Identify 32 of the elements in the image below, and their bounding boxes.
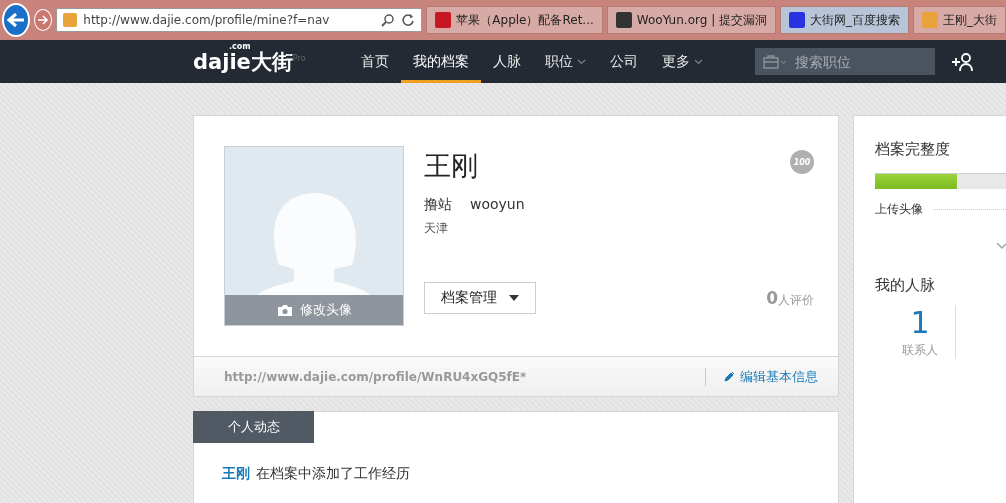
job-title: 撸站 <box>424 196 452 214</box>
next-step-text: 上传头像 <box>875 201 923 218</box>
search-field[interactable]: 搜索职位 <box>755 48 935 75</box>
contacts-count[interactable]: 1 <box>885 305 955 340</box>
edit-info-link[interactable]: 编辑基本信息 <box>705 367 818 386</box>
nav-item[interactable]: 职位 <box>533 40 598 83</box>
activity-tab[interactable]: 个人动态 <box>193 411 314 443</box>
search-input[interactable]: 搜索职位 <box>793 52 927 71</box>
browser-tab[interactable]: 苹果（Apple）配备Ret... <box>426 6 603 34</box>
url-text: http://www.dajie.com/profile/mine?f=nav <box>83 13 331 27</box>
city-text: 天津 <box>424 220 449 237</box>
section-title: 档案完整度 <box>875 140 951 159</box>
browser-tab[interactable]: 大街网_百度搜索 <box>780 6 909 34</box>
browser-tab[interactable]: 王刚_大街 <box>913 6 1006 34</box>
address-bar[interactable]: http://www.dajie.com/profile/mine?f=nav <box>56 8 423 32</box>
score-badge: 100 <box>790 150 814 174</box>
section-title: 我的人脉 <box>875 276 936 295</box>
user-link[interactable]: 王刚 <box>222 465 250 483</box>
profile-url: http://www.dajie.com/profile/WnRU4xGQ5fE* <box>224 369 527 384</box>
rating-count: 0 <box>766 287 778 308</box>
nav-item[interactable]: 首页 <box>349 40 401 83</box>
nav-item[interactable]: 更多 <box>650 40 715 83</box>
browser-tab[interactable]: WooYun.org | 提交漏洞 <box>606 6 776 34</box>
rating-label: 人评价 <box>778 292 814 307</box>
manage-profile-button[interactable]: 档案管理 <box>424 282 536 314</box>
nav-item[interactable]: 我的档案 <box>401 40 481 83</box>
contacts-label: 联系人 <box>901 342 939 359</box>
profile-name: 王刚 <box>424 149 478 183</box>
activity-text: 在档案中添加了工作经历 <box>256 465 410 483</box>
nav-item[interactable]: 公司 <box>598 40 650 83</box>
company-name: wooyun <box>470 196 525 214</box>
nav-item[interactable]: 人脉 <box>481 40 533 83</box>
